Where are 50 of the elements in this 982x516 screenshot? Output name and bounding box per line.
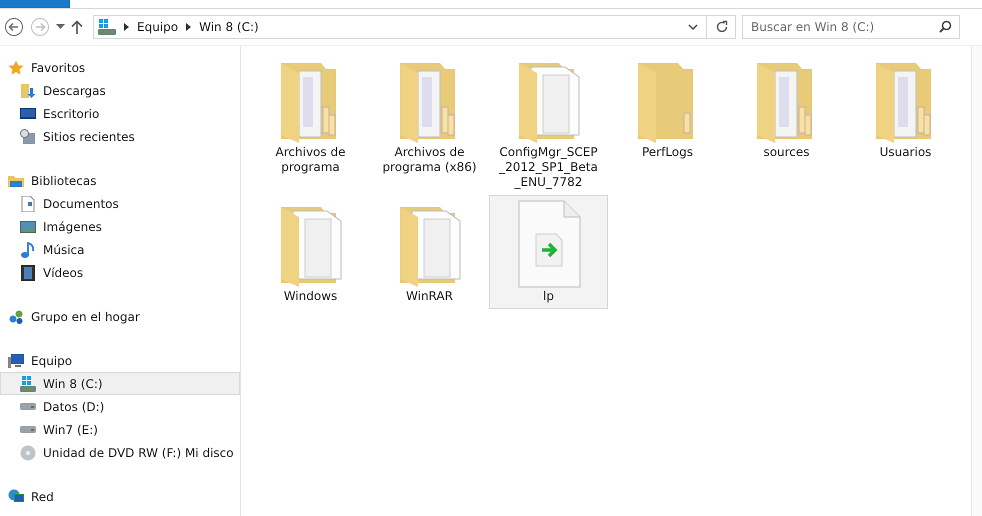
nav-item[interactable]: Red [0,485,240,508]
refresh-icon[interactable] [715,20,729,34]
nav-item[interactable]: Sitios recientes [0,125,240,148]
nav-item[interactable]: Favoritos [0,56,240,79]
file-item[interactable]: PerfLogs [608,51,727,165]
nav-item[interactable]: Documentos [0,192,240,215]
nav-item[interactable]: Grupo en el hogar [0,305,240,328]
file-item[interactable]: Windows [251,195,370,309]
drive-icon [20,426,36,433]
chevron-icon[interactable] [186,23,192,31]
file-item[interactable]: WinRAR [370,195,489,309]
breadcrumb[interactable]: Equipo [137,20,178,34]
back-icon[interactable] [4,17,24,37]
nav-item[interactable]: Vídeos [0,261,240,284]
desktop-icon [20,106,36,122]
music-icon [20,242,36,258]
file-item[interactable]: lp [489,195,608,309]
dvd-icon [20,444,36,460]
dropdown-icon[interactable] [688,24,698,30]
breadcrumb[interactable]: Win 8 (C:) [199,20,259,34]
video-icon [20,264,36,280]
nav-item[interactable]: Unidad de DVD RW (F:) Mi disco [0,441,240,464]
drive-icon [20,403,36,410]
star-icon [8,60,24,76]
nav-item[interactable]: Imágenes [0,215,240,238]
address-bar[interactable]: Equipo Win 8 (C:) [93,15,736,39]
up-arrow-icon[interactable] [71,20,83,34]
file-item[interactable]: Archivos de programa (x86) [370,51,489,180]
nav-item[interactable]: Bibliotecas [0,169,240,192]
chevron-icon[interactable] [124,23,129,31]
nav-item[interactable]: Equipo [0,349,240,372]
drive-icon [98,19,116,35]
nav-item[interactable]: Datos (D:) [0,395,240,418]
file-item[interactable]: Usuarios [846,51,965,165]
search-field[interactable]: Buscar en Win 8 (C:) [742,15,960,39]
file-item[interactable]: Archivos de programa [251,51,370,180]
computer-icon [8,352,24,368]
drive-windows-icon [20,376,36,392]
nav-item[interactable]: Win7 (E:) [0,418,240,441]
document-icon [20,196,36,212]
file-item[interactable]: sources [727,51,846,165]
file-item[interactable]: ConfigMgr_SCEP_2012_SP1_Beta_ENU_7782 [489,51,608,195]
nav-item[interactable]: Descargas [0,79,240,102]
nav-item[interactable]: Música [0,238,240,261]
download-icon [20,82,36,98]
image-icon [20,218,36,234]
search-icon [939,20,952,33]
nav-item[interactable]: Win 8 (C:) [0,372,240,395]
dropdown-icon[interactable] [56,24,65,30]
nav-item[interactable]: Escritorio [0,102,240,125]
